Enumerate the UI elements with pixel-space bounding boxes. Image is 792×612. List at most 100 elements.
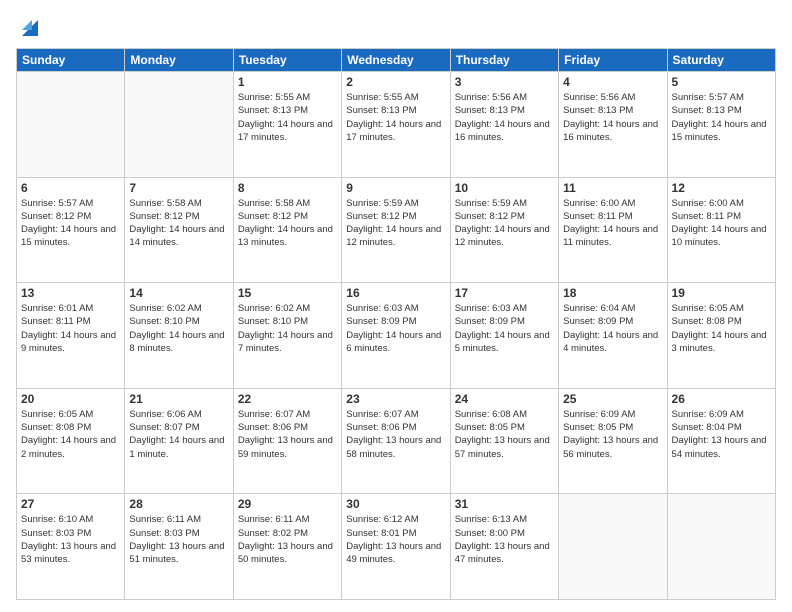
day-info: Sunrise: 6:04 AM Sunset: 8:09 PM Dayligh…: [563, 302, 662, 355]
calendar-cell: [559, 494, 667, 600]
day-number: 8: [238, 181, 337, 195]
day-number: 23: [346, 392, 445, 406]
day-info: Sunrise: 5:57 AM Sunset: 8:12 PM Dayligh…: [21, 197, 120, 250]
weekday-header: Wednesday: [342, 49, 450, 72]
day-info: Sunrise: 6:03 AM Sunset: 8:09 PM Dayligh…: [346, 302, 445, 355]
day-info: Sunrise: 5:58 AM Sunset: 8:12 PM Dayligh…: [238, 197, 337, 250]
day-number: 13: [21, 286, 120, 300]
calendar-cell: 12Sunrise: 6:00 AM Sunset: 8:11 PM Dayli…: [667, 177, 775, 283]
day-info: Sunrise: 6:05 AM Sunset: 8:08 PM Dayligh…: [672, 302, 771, 355]
calendar-cell: 3 Sunrise: 5:56 AM Sunset: 8:13 PM Daylig…: [450, 72, 558, 178]
day-info: Sunrise: 6:11 AM Sunset: 8:03 PM Dayligh…: [129, 513, 228, 566]
weekday-header: Monday: [125, 49, 233, 72]
day-number: 19: [672, 286, 771, 300]
calendar-cell: 4 Sunrise: 5:56 AM Sunset: 8:13 PM Daylig…: [559, 72, 667, 178]
calendar-cell: 17 Sunrise: 6:03 AM Sunset: 8:09 PM Dayli…: [450, 283, 558, 389]
weekday-header-row: SundayMondayTuesdayWednesdayThursdayFrid…: [17, 49, 776, 72]
calendar-cell: 13Sunrise: 6:01 AM Sunset: 8:11 PM Dayli…: [17, 283, 125, 389]
calendar-week-row: 1 Sunrise: 5:55 AM Sunset: 8:13 PM Daylig…: [17, 72, 776, 178]
day-number: 6: [21, 181, 120, 195]
day-number: 22: [238, 392, 337, 406]
day-info: Sunrise: 6:05 AM Sunset: 8:08 PM Dayligh…: [21, 408, 120, 461]
calendar-cell: 20 Sunrise: 6:05 AM Sunset: 8:08 PM Dayli…: [17, 388, 125, 494]
day-info: Sunrise: 6:02 AM Sunset: 8:10 PM Dayligh…: [238, 302, 337, 355]
day-number: 9: [346, 181, 445, 195]
day-info: Sunrise: 6:12 AM Sunset: 8:01 PM Dayligh…: [346, 513, 445, 566]
calendar-cell: 28 Sunrise: 6:11 AM Sunset: 8:03 PM Dayli…: [125, 494, 233, 600]
calendar-cell: 21Sunrise: 6:06 AM Sunset: 8:07 PM Dayli…: [125, 388, 233, 494]
day-number: 2: [346, 75, 445, 89]
weekday-header: Tuesday: [233, 49, 341, 72]
day-info: Sunrise: 6:13 AM Sunset: 8:00 PM Dayligh…: [455, 513, 554, 566]
calendar-cell: 8 Sunrise: 5:58 AM Sunset: 8:12 PM Daylig…: [233, 177, 341, 283]
calendar-cell: 15 Sunrise: 6:02 AM Sunset: 8:10 PM Dayli…: [233, 283, 341, 389]
calendar-cell: 19 Sunrise: 6:05 AM Sunset: 8:08 PM Dayli…: [667, 283, 775, 389]
day-info: Sunrise: 5:55 AM Sunset: 8:13 PM Dayligh…: [238, 91, 337, 144]
calendar-cell: 6 Sunrise: 5:57 AM Sunset: 8:12 PM Daylig…: [17, 177, 125, 283]
day-info: Sunrise: 5:58 AM Sunset: 8:12 PM Dayligh…: [129, 197, 228, 250]
day-info: Sunrise: 6:11 AM Sunset: 8:02 PM Dayligh…: [238, 513, 337, 566]
calendar-cell: 30 Sunrise: 6:12 AM Sunset: 8:01 PM Dayli…: [342, 494, 450, 600]
day-info: Sunrise: 6:00 AM Sunset: 8:11 PM Dayligh…: [563, 197, 662, 250]
logo-icon: [18, 12, 42, 40]
day-number: 10: [455, 181, 554, 195]
day-info: Sunrise: 6:07 AM Sunset: 8:06 PM Dayligh…: [238, 408, 337, 461]
calendar: SundayMondayTuesdayWednesdayThursdayFrid…: [16, 48, 776, 600]
day-number: 3: [455, 75, 554, 89]
calendar-cell: 29Sunrise: 6:11 AM Sunset: 8:02 PM Dayli…: [233, 494, 341, 600]
day-info: Sunrise: 6:08 AM Sunset: 8:05 PM Dayligh…: [455, 408, 554, 461]
day-number: 20: [21, 392, 120, 406]
day-number: 25: [563, 392, 662, 406]
calendar-cell: 1 Sunrise: 5:55 AM Sunset: 8:13 PM Daylig…: [233, 72, 341, 178]
day-number: 31: [455, 497, 554, 511]
calendar-cell: 10 Sunrise: 5:59 AM Sunset: 8:12 PM Dayli…: [450, 177, 558, 283]
header: [16, 12, 776, 40]
day-number: 1: [238, 75, 337, 89]
calendar-cell: 27Sunrise: 6:10 AM Sunset: 8:03 PM Dayli…: [17, 494, 125, 600]
calendar-cell: [17, 72, 125, 178]
day-info: Sunrise: 6:02 AM Sunset: 8:10 PM Dayligh…: [129, 302, 228, 355]
calendar-week-row: 20 Sunrise: 6:05 AM Sunset: 8:08 PM Dayli…: [17, 388, 776, 494]
day-info: Sunrise: 6:06 AM Sunset: 8:07 PM Dayligh…: [129, 408, 228, 461]
calendar-cell: [125, 72, 233, 178]
day-number: 4: [563, 75, 662, 89]
day-info: Sunrise: 5:55 AM Sunset: 8:13 PM Dayligh…: [346, 91, 445, 144]
weekday-header: Friday: [559, 49, 667, 72]
day-number: 16: [346, 286, 445, 300]
calendar-week-row: 27Sunrise: 6:10 AM Sunset: 8:03 PM Dayli…: [17, 494, 776, 600]
calendar-cell: 23Sunrise: 6:07 AM Sunset: 8:06 PM Dayli…: [342, 388, 450, 494]
day-info: Sunrise: 6:09 AM Sunset: 8:05 PM Dayligh…: [563, 408, 662, 461]
weekday-header: Thursday: [450, 49, 558, 72]
day-number: 5: [672, 75, 771, 89]
calendar-cell: 26 Sunrise: 6:09 AM Sunset: 8:04 PM Dayli…: [667, 388, 775, 494]
day-info: Sunrise: 6:03 AM Sunset: 8:09 PM Dayligh…: [455, 302, 554, 355]
day-number: 15: [238, 286, 337, 300]
day-number: 14: [129, 286, 228, 300]
day-number: 26: [672, 392, 771, 406]
day-info: Sunrise: 6:09 AM Sunset: 8:04 PM Dayligh…: [672, 408, 771, 461]
day-number: 12: [672, 181, 771, 195]
calendar-cell: 25 Sunrise: 6:09 AM Sunset: 8:05 PM Dayli…: [559, 388, 667, 494]
day-number: 18: [563, 286, 662, 300]
calendar-cell: 11Sunrise: 6:00 AM Sunset: 8:11 PM Dayli…: [559, 177, 667, 283]
weekday-header: Sunday: [17, 49, 125, 72]
day-info: Sunrise: 6:10 AM Sunset: 8:03 PM Dayligh…: [21, 513, 120, 566]
day-info: Sunrise: 5:56 AM Sunset: 8:13 PM Dayligh…: [563, 91, 662, 144]
day-info: Sunrise: 5:59 AM Sunset: 8:12 PM Dayligh…: [455, 197, 554, 250]
calendar-cell: 18 Sunrise: 6:04 AM Sunset: 8:09 PM Dayli…: [559, 283, 667, 389]
day-number: 30: [346, 497, 445, 511]
calendar-week-row: 13Sunrise: 6:01 AM Sunset: 8:11 PM Dayli…: [17, 283, 776, 389]
calendar-cell: 16 Sunrise: 6:03 AM Sunset: 8:09 PM Dayli…: [342, 283, 450, 389]
day-number: 28: [129, 497, 228, 511]
calendar-body: 1 Sunrise: 5:55 AM Sunset: 8:13 PM Daylig…: [17, 72, 776, 600]
weekday-header: Saturday: [667, 49, 775, 72]
day-number: 24: [455, 392, 554, 406]
day-info: Sunrise: 5:56 AM Sunset: 8:13 PM Dayligh…: [455, 91, 554, 144]
day-number: 7: [129, 181, 228, 195]
day-number: 17: [455, 286, 554, 300]
page: SundayMondayTuesdayWednesdayThursdayFrid…: [0, 0, 792, 612]
day-info: Sunrise: 5:59 AM Sunset: 8:12 PM Dayligh…: [346, 197, 445, 250]
calendar-cell: 9 Sunrise: 5:59 AM Sunset: 8:12 PM Daylig…: [342, 177, 450, 283]
calendar-cell: 7 Sunrise: 5:58 AM Sunset: 8:12 PM Daylig…: [125, 177, 233, 283]
day-info: Sunrise: 5:57 AM Sunset: 8:13 PM Dayligh…: [672, 91, 771, 144]
